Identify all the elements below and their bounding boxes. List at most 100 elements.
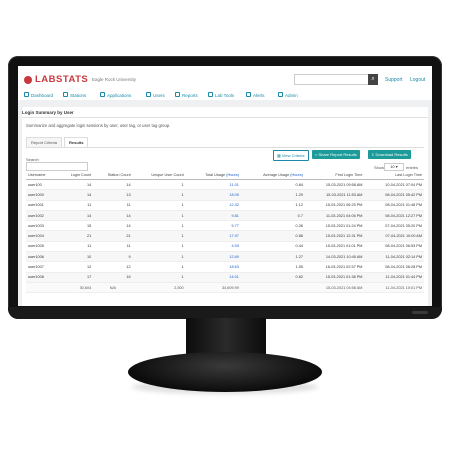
nav-applications[interactable]: Applications (100, 92, 131, 98)
footer-cell (240, 282, 305, 294)
col-unique-user-count[interactable]: Unique User Count (132, 171, 186, 180)
reports-icon (175, 92, 180, 97)
table-header-row: Username Login Count Station Count Uniqu… (26, 171, 424, 180)
nav-reports[interactable]: Reports (175, 92, 198, 98)
nav-users[interactable]: Users (146, 92, 165, 98)
table-cell: 9 (93, 251, 133, 263)
table-cell: user1000 (26, 189, 58, 201)
table-cell: 10-04-2021 07:04 PM (364, 179, 424, 191)
logout-link[interactable]: Logout (410, 77, 425, 83)
table-cell: 08-04-2021 12:27 PM (364, 210, 424, 222)
table-cell: 14 (93, 220, 133, 232)
page-description: Summarize and aggregate login sessions b… (26, 123, 171, 128)
users-icon (146, 92, 151, 97)
table-cell: 15-03-2021 01:38 PM (304, 272, 365, 283)
col-average-usage[interactable]: Average Usage (Hours) (240, 171, 305, 180)
alerts-icon (246, 92, 251, 97)
table-row[interactable]: user1008 17 16 1 14.01 0.82 15-03-2021 01:38 P… (26, 272, 424, 283)
nav-lab-tools[interactable]: Lab Tools (208, 92, 234, 98)
nav-label: Stations (70, 93, 87, 98)
table-row[interactable]: user1005 11 11 1 4.93 0.44 15-03-2021 01:01 PM… (26, 241, 424, 253)
nav-label: Users (153, 93, 165, 98)
nav-label: Alerts (253, 93, 265, 98)
table-cell: 14 (93, 179, 133, 191)
logo[interactable]: LABSTATS (24, 74, 88, 85)
nav-label: Admin (285, 93, 298, 98)
table-cell: 12 (57, 261, 94, 273)
col-username[interactable]: Username (26, 171, 58, 180)
table-footer-row: 30,604 N/A 2,500 34,609.99 15-03-2021 04:58 … (26, 282, 424, 294)
view-criteria-button[interactable]: ▦ View Criteria (273, 150, 309, 161)
table-cell: 1 (132, 179, 186, 191)
hours-unit: (Hours) (290, 173, 303, 177)
table-row[interactable]: user1003 15 14 1 5.77 0.36 15-03-2021 01:24 PM… (26, 220, 424, 232)
col-login-count[interactable]: Login Count (57, 171, 94, 180)
table-cell: 21 (93, 230, 133, 242)
table-cell: user100 (26, 179, 58, 191)
table-cell: 07-04-2021 10:00 AM (364, 230, 424, 242)
table-cell: 11 (57, 200, 94, 211)
search-input[interactable] (294, 74, 371, 85)
table-cell: user1006 (26, 251, 58, 263)
nav-admin[interactable]: Admin (278, 92, 298, 98)
footer-cell: 30,604 (57, 282, 94, 294)
button-label: View Criteria (281, 153, 305, 158)
table-cell: 1.12 (240, 200, 305, 211)
table-cell: 18.63 (185, 261, 241, 273)
support-link[interactable]: Support (385, 77, 403, 83)
entries-select[interactable]: 10 ▾ (384, 163, 404, 171)
col-station-count[interactable]: Station Count (93, 171, 133, 180)
table-cell: 1 (132, 272, 186, 283)
col-label: Total Usage (205, 173, 226, 177)
table-cell: 1.27 (240, 251, 305, 263)
results-table: Username Login Count Station Count Uniqu… (26, 171, 424, 294)
table-cell: 13 (93, 189, 133, 201)
col-total-usage[interactable]: Total Usage (Hours) (185, 171, 241, 180)
table-cell: 1 (132, 251, 186, 263)
table-cell: 1.55 (240, 261, 305, 273)
nav-dashboard[interactable]: Dashboard (24, 92, 53, 98)
table-row[interactable]: user1002 14 14 1 9.81 0.7 11-03-2021 04:06 PM 0… (26, 210, 424, 222)
screen: LABSTATS Eagle Rock University ⌕ Support… (18, 66, 432, 306)
table-row[interactable]: user1007 12 12 1 18.63 1.55 16-03-2021 02:57 P… (26, 261, 424, 273)
col-last-login[interactable]: Last Login Time (364, 171, 424, 180)
share-results-button[interactable]: < Share Report Results (312, 150, 360, 159)
org-name: Eagle Rock University (92, 77, 137, 82)
col-label: Average Usage (263, 173, 290, 177)
table-cell: 0.44 (240, 241, 305, 253)
table-row[interactable]: user100 14 14 1 11.01 0.84 15-03-2021 09:58 AM… (26, 179, 424, 191)
footer-cell: 15-03-2021 04:58 AM (304, 282, 365, 294)
admin-icon (278, 92, 283, 97)
table-search-input[interactable] (26, 162, 88, 171)
table-cell: 17 (57, 272, 94, 283)
table-cell: user1007 (26, 261, 58, 273)
dashboard-icon (24, 92, 29, 97)
table-cell: 9.81 (185, 210, 241, 222)
table-cell: 0.86 (240, 230, 305, 242)
table-cell: 4.93 (185, 241, 241, 253)
table-cell: 14.01 (185, 272, 241, 283)
table-cell: 1 (132, 220, 186, 232)
table-cell: 0.82 (240, 272, 305, 283)
labstats-logo-icon (24, 75, 32, 84)
table-cell: 15-03-2021 01:24 PM (304, 220, 365, 232)
table-row[interactable]: user1006 10 9 1 12.69 1.27 14-03-2021 10:45 AM… (26, 251, 424, 263)
col-first-login[interactable]: First Login Time (304, 171, 365, 180)
table-cell: 12.32 (185, 200, 241, 211)
nav-label: Lab Tools (215, 93, 235, 98)
table-cell: 15-03-2021 09:58 AM (304, 179, 365, 191)
table-row[interactable]: user1004 21 21 1 17.97 0.86 15-03-2021 12:31 P… (26, 230, 424, 242)
nav-stations[interactable]: Stations (63, 92, 86, 98)
nav-alerts[interactable]: Alerts (246, 92, 265, 98)
search-icon[interactable]: ⌕ (368, 74, 378, 85)
brand-name: LABSTATS (35, 74, 89, 85)
table-cell: 16 (93, 272, 133, 283)
table-cell: 5.77 (185, 220, 241, 232)
monitor-base (128, 352, 322, 392)
footer-cell: 11-04-2021 10:01 PM (364, 282, 424, 294)
download-results-button[interactable]: ⇩ Download Results (368, 150, 411, 159)
table-row[interactable]: user1001 11 11 1 12.32 1.12 15-03-2021 06:25 P… (26, 200, 424, 211)
table-cell: user1002 (26, 210, 58, 222)
footer-cell: 2,500 (132, 282, 186, 294)
table-row[interactable]: user1000 14 13 1 18.09 1.29 15-03-2021 11:53 A… (26, 189, 424, 201)
